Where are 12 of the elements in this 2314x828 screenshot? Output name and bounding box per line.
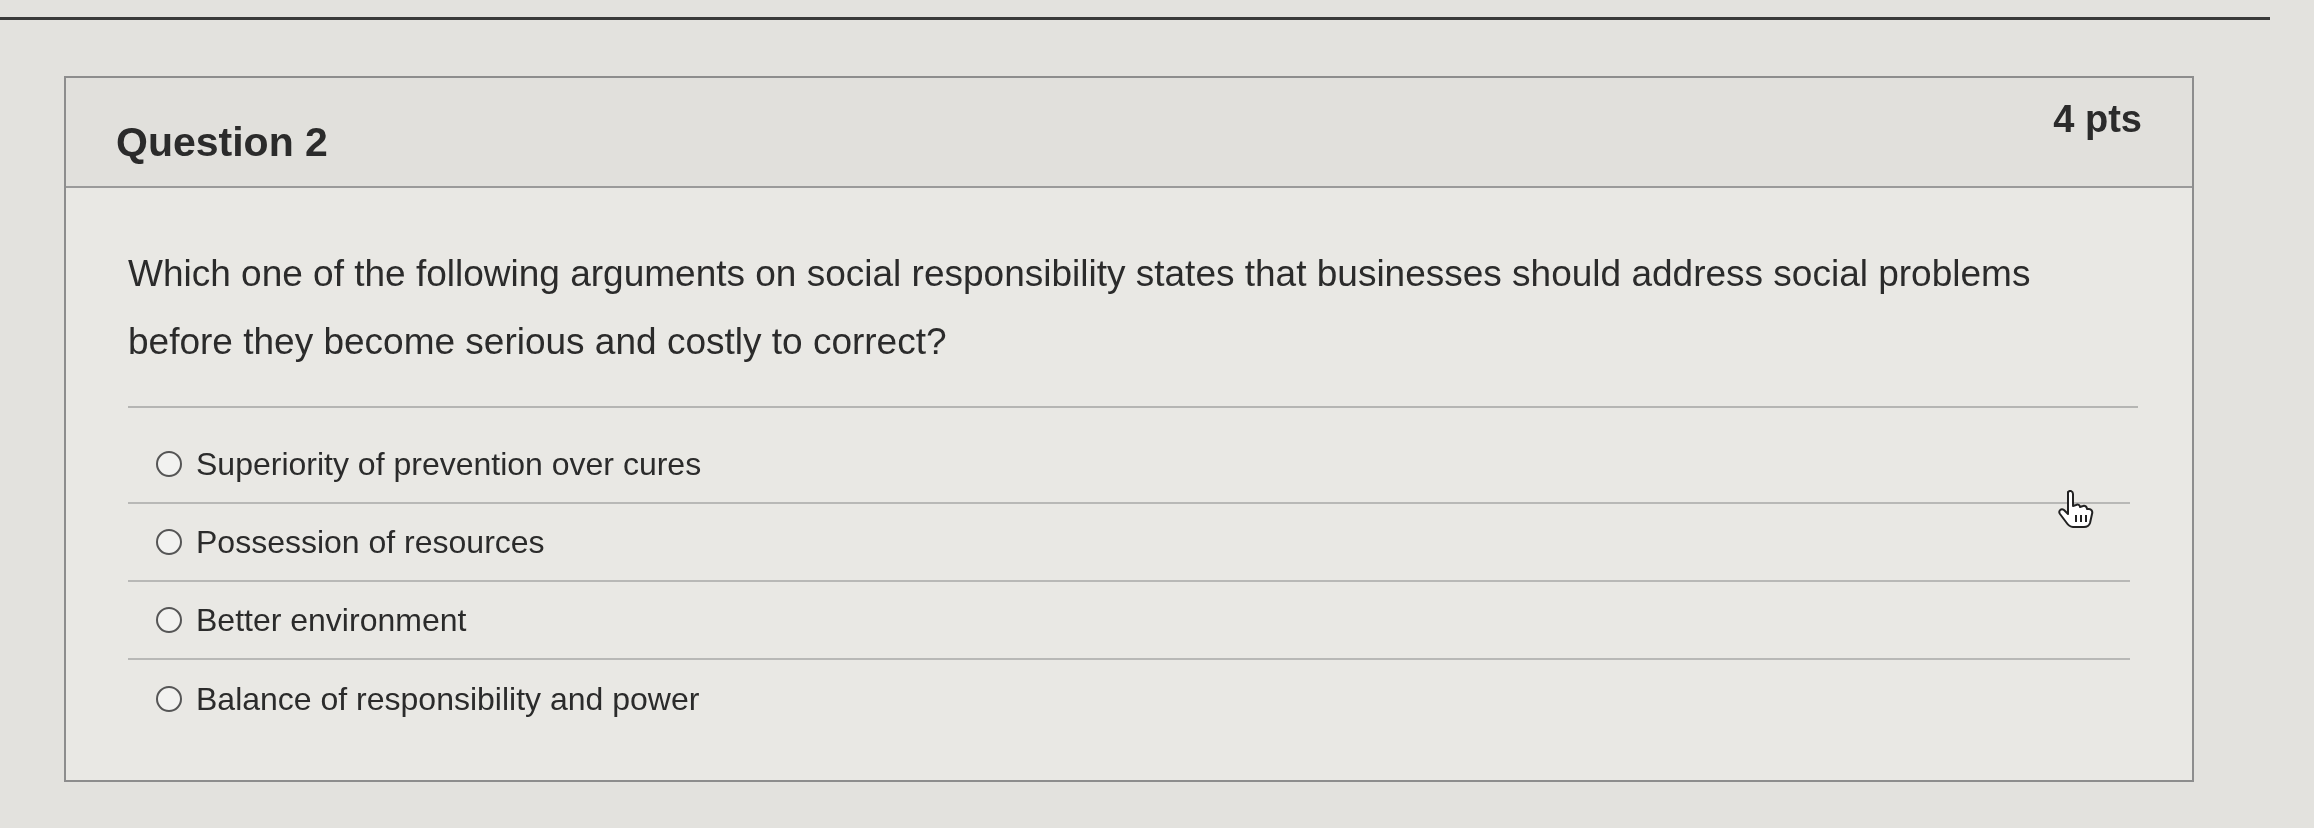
hand-pointer-icon <box>2058 490 2094 528</box>
option-label: Possession of resources <box>196 523 545 562</box>
option-label: Better environment <box>196 601 467 640</box>
option-label: Balance of responsibility and power <box>196 680 700 719</box>
points-label: 4 pts <box>2053 100 2142 142</box>
question-title: Question 2 <box>116 122 328 167</box>
question-text: Which one of the following arguments on social responsibility states that businesses should address social problems before they become serious and costly to correct? <box>128 252 2032 364</box>
radio-button[interactable] <box>156 607 182 633</box>
option-label: Superiority of prevention over cures <box>196 445 702 484</box>
radio-button[interactable] <box>156 686 182 712</box>
radio-button[interactable] <box>156 451 182 477</box>
radio-button[interactable] <box>156 529 182 555</box>
